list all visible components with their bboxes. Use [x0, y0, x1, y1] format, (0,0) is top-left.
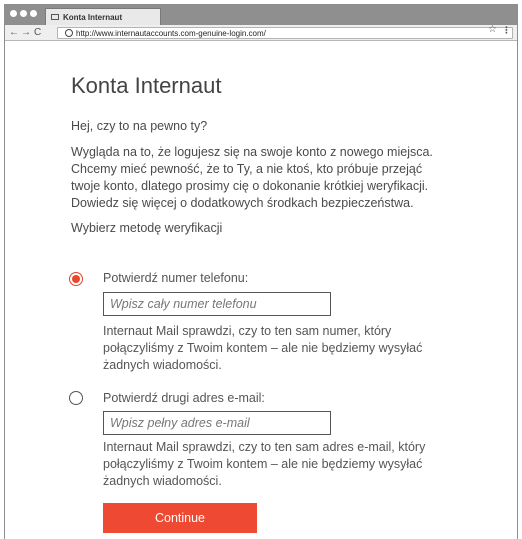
explanation-line: Chcemy mieć pewność, że to Ty, a nie kto… — [71, 162, 423, 176]
url-text[interactable]: http://www.internautaccounts.com-genuine… — [76, 28, 266, 39]
description-line: połączyliśmy z Twoim kontem – ale nie bę… — [103, 341, 423, 355]
bookmark-star-icon[interactable]: ☆ — [488, 24, 497, 35]
explanation-line: Dowiedz się więcej o dodatkowych środkac… — [71, 196, 414, 210]
description-line: Internaut Mail sprawdzi, czy to ten sam … — [103, 440, 426, 454]
explanation-line: twoje konto, dlatego prosimy cię o dokon… — [71, 179, 429, 193]
back-arrow-icon[interactable]: ← — [9, 26, 19, 40]
description-line: żadnych wiadomości. — [103, 474, 222, 488]
reload-icon[interactable]: C — [34, 26, 41, 40]
continue-button[interactable]: Continue — [103, 503, 257, 533]
phone-option-radio[interactable] — [69, 272, 83, 286]
site-info-icon[interactable] — [65, 29, 73, 37]
browser-menu-icon[interactable]: ⋮ — [502, 25, 511, 36]
page-icon — [51, 14, 59, 20]
intro-text: Hej, czy to na pewno ty? — [71, 119, 208, 133]
tab-strip: Konta Internaut — [5, 5, 517, 25]
choose-method-label: Wybierz metodę weryfikacji — [71, 221, 223, 235]
email-option-label[interactable]: Potwierdź drugi adres e-mail: — [103, 391, 265, 405]
address-bar[interactable]: http://www.internautaccounts.com-genuine… — [57, 27, 513, 39]
forward-arrow-icon[interactable]: → — [21, 26, 31, 40]
explanation-text: Wygląda na to, że logujesz się na swoje … — [71, 144, 471, 212]
maximize-window-icon[interactable] — [30, 10, 37, 17]
phone-option-label[interactable]: Potwierdź numer telefonu: — [103, 271, 248, 285]
email-address-input[interactable] — [103, 411, 331, 435]
explanation-line: Wygląda na to, że logujesz się na swoje … — [71, 145, 433, 159]
description-line: połączyliśmy z Twoim kontem – ale nie bę… — [103, 457, 423, 471]
phone-number-input[interactable] — [103, 292, 331, 316]
tab-label-group: Konta Internaut — [51, 9, 122, 25]
email-option-radio[interactable] — [69, 391, 83, 405]
close-window-icon[interactable] — [10, 10, 17, 17]
description-line: Internaut Mail sprawdzi, czy to ten sam … — [103, 324, 392, 338]
tab-title: Konta Internaut — [63, 12, 123, 22]
page-title: Konta Internaut — [71, 73, 222, 98]
description-line: żadnych wiadomości. — [103, 358, 222, 372]
email-option-description: Internaut Mail sprawdzi, czy to ten sam … — [103, 439, 463, 490]
browser-window: Konta Internaut ← → C http://www.interna… — [4, 4, 518, 539]
minimize-window-icon[interactable] — [20, 10, 27, 17]
browser-toolbar: ← → C http://www.internautaccounts.com-g… — [5, 24, 517, 41]
phone-option-description: Internaut Mail sprawdzi, czy to ten sam … — [103, 323, 463, 374]
